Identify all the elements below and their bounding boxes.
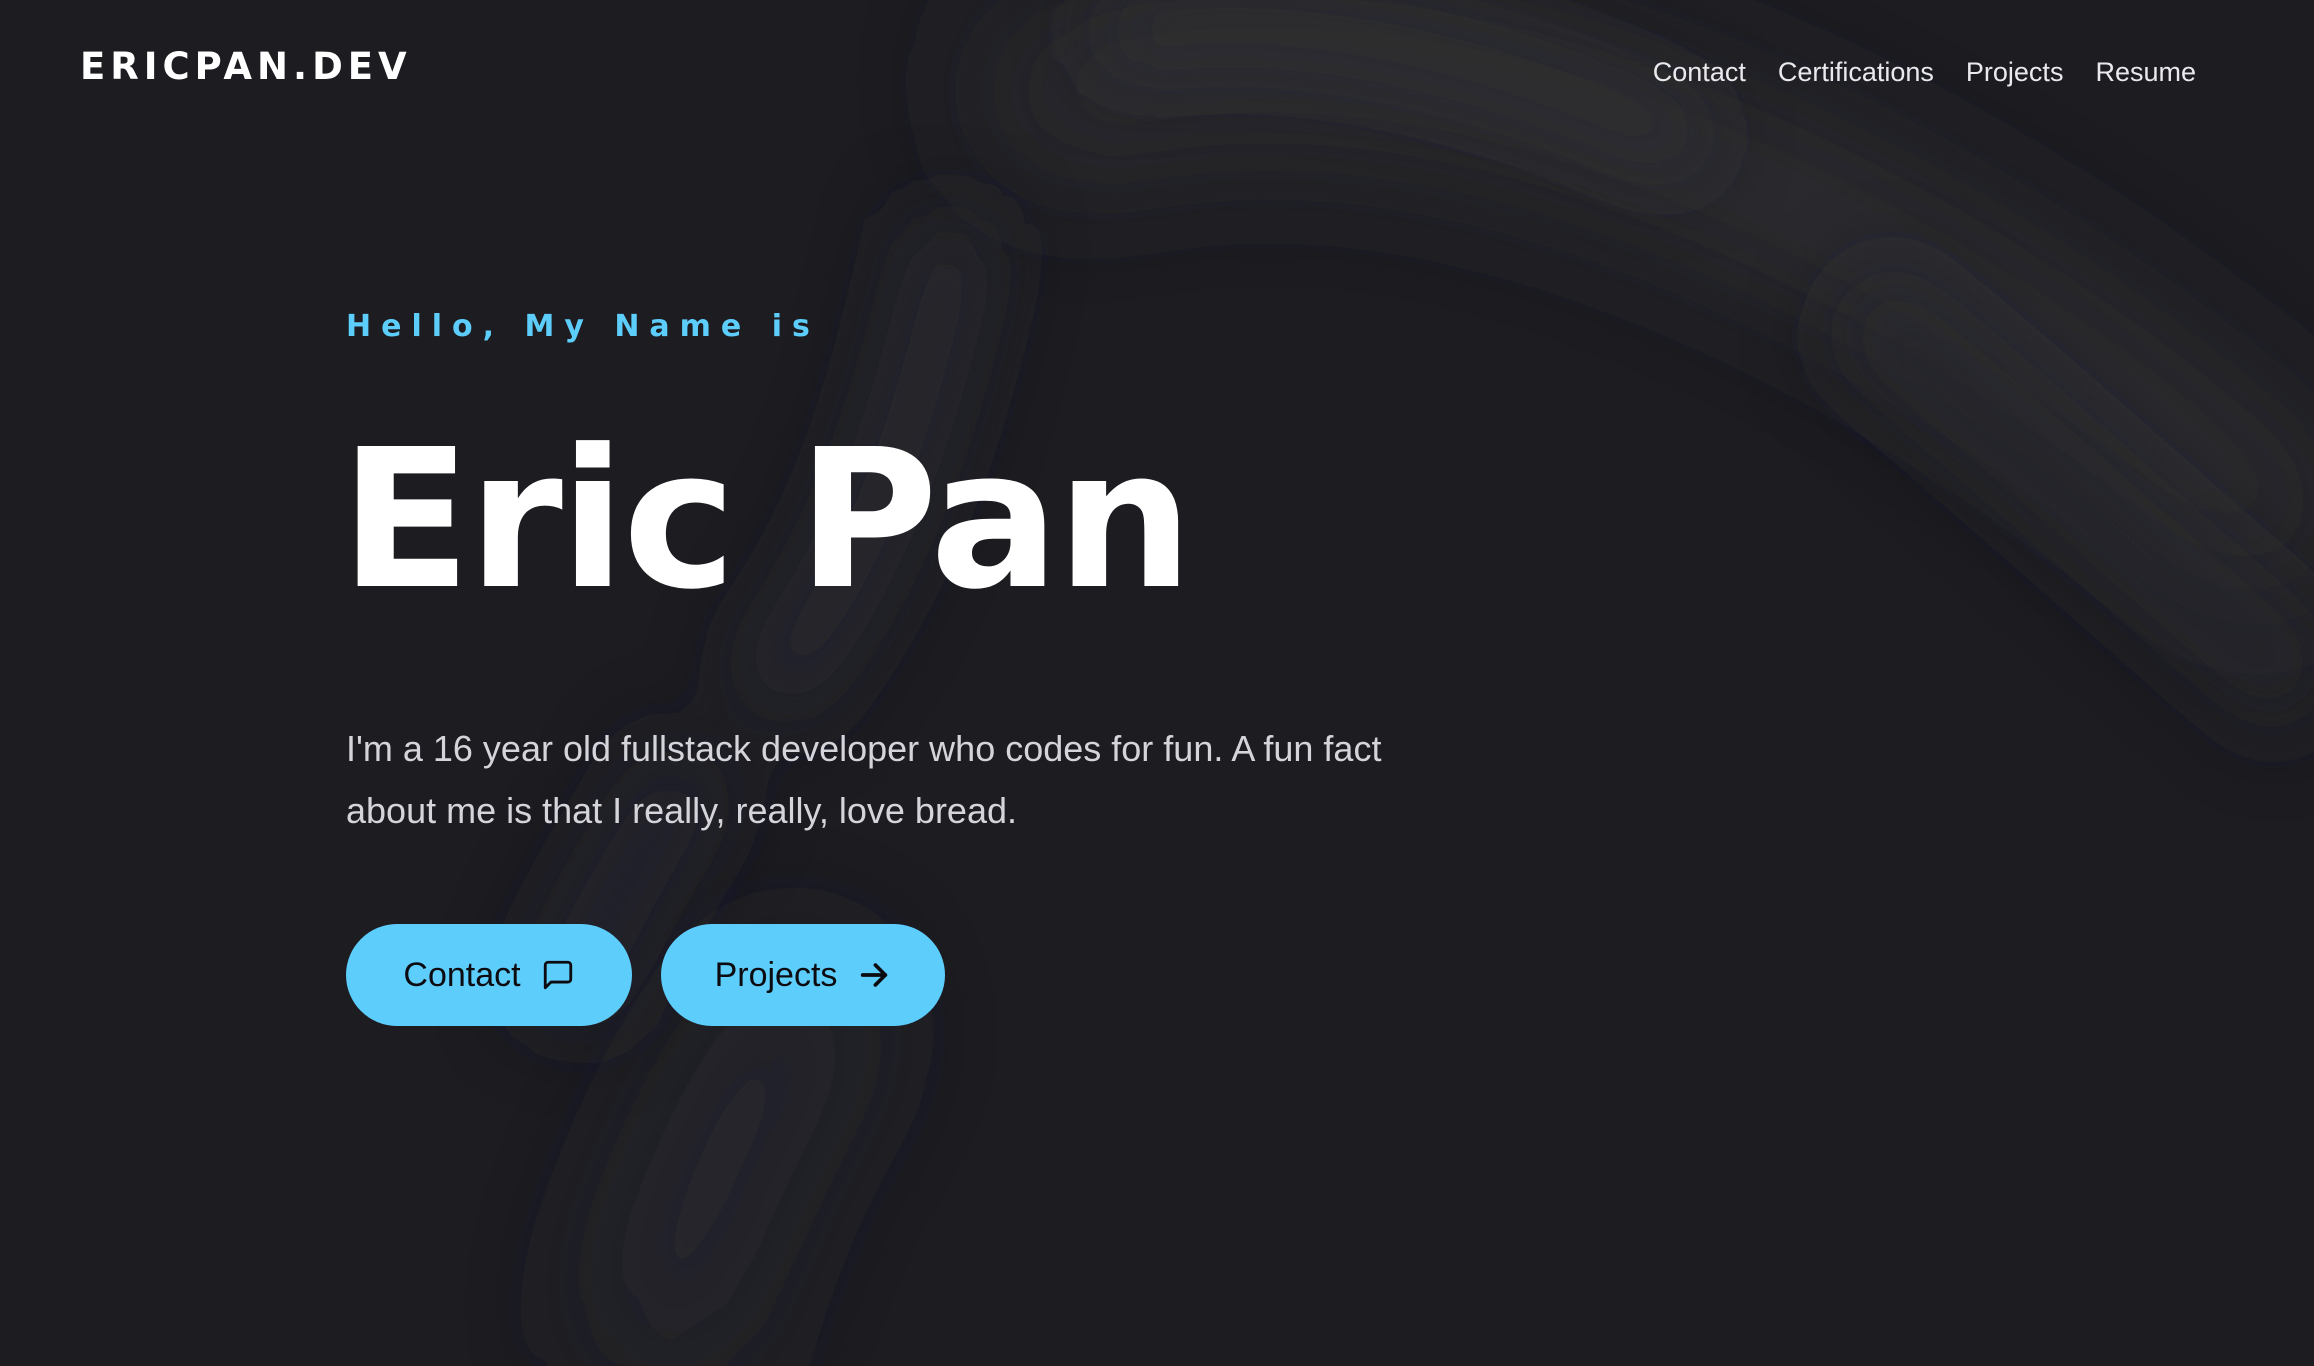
contact-button-label: Contact <box>403 956 521 994</box>
arrow-right-icon <box>857 958 891 992</box>
nav-link-projects[interactable]: Projects <box>1966 57 2064 88</box>
projects-button-label: Projects <box>714 956 838 994</box>
nav-link-contact[interactable]: Contact <box>1653 57 1746 88</box>
main-nav: Contact Certifications Projects Resume <box>1653 57 2196 88</box>
page: ERICPAN.DEV Contact Certifications Proje… <box>0 0 2314 1366</box>
projects-button[interactable]: Projects <box>661 924 945 1026</box>
nav-link-resume[interactable]: Resume <box>2095 57 2196 88</box>
hero-bio: I'm a 16 year old fullstack developer wh… <box>346 728 1382 831</box>
message-square-icon <box>541 958 575 992</box>
nav-link-certifications[interactable]: Certifications <box>1778 57 1934 88</box>
hero-section: Hello, My Name is Eric Pan I'm a 16 year… <box>340 0 1546 1366</box>
contact-button[interactable]: Contact <box>346 924 632 1026</box>
hero-name: Eric Pan <box>340 409 1193 632</box>
hero-greeting: Hello, My Name is <box>346 309 820 344</box>
hero-buttons: Contact Projects <box>346 924 945 1026</box>
